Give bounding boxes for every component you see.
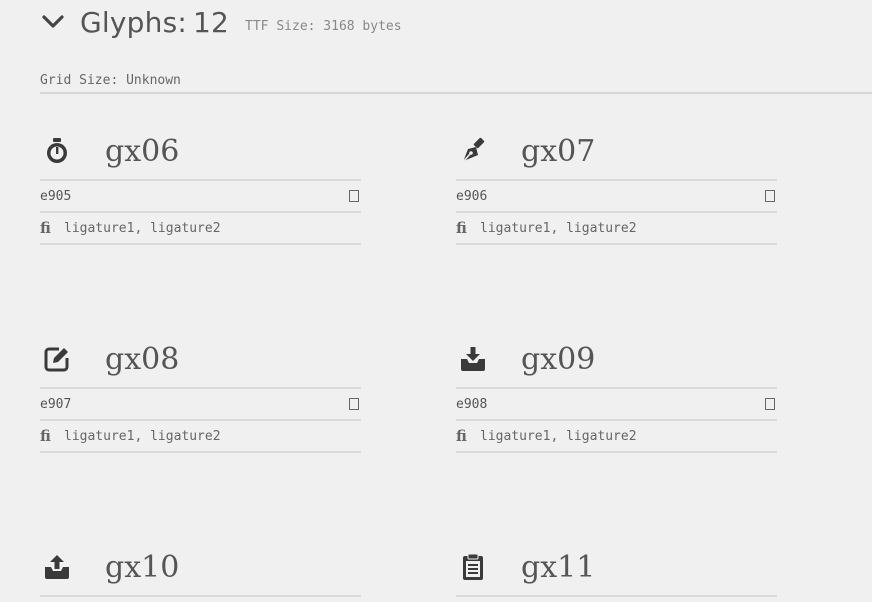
glyph-count: 12 xyxy=(193,5,230,39)
glyph-char-box[interactable] xyxy=(765,190,775,202)
grid-size: Grid Size: Unknown xyxy=(40,73,872,94)
ligature-list[interactable]: ligature1, ligature2 xyxy=(64,429,221,444)
ligature-row: fi ligature1, ligature2 xyxy=(40,421,361,453)
glyph-name: gx08 xyxy=(105,341,180,377)
glyph-header: gx06 xyxy=(40,129,361,181)
glyph-name: gx07 xyxy=(521,133,596,169)
ligature-icon: fi xyxy=(456,427,467,445)
unicode-code[interactable]: e907 xyxy=(40,397,349,412)
ligature-row: fi ligature1, ligature2 xyxy=(456,213,777,245)
ligature-list[interactable]: ligature1, ligature2 xyxy=(480,429,637,444)
ligature-row: fi ligature1, ligature2 xyxy=(40,213,361,245)
glyph-header: gx08 xyxy=(40,337,361,389)
glyph-card: gx11 xyxy=(456,545,777,597)
chevron-down-icon[interactable] xyxy=(40,9,66,35)
glyph-name: gx06 xyxy=(105,133,180,169)
glyph-char-box[interactable] xyxy=(349,398,359,410)
glyph-card: gx06 e905 fi ligature1, ligature2 xyxy=(40,129,361,245)
unicode-row: e908 xyxy=(456,389,777,421)
ligature-list[interactable]: ligature1, ligature2 xyxy=(480,221,637,236)
glyph-name: gx09 xyxy=(521,341,596,377)
glyph-list-page: Glyphs: 12 TTF Size: 3168 bytes Grid Size… xyxy=(0,0,872,602)
glyph-header: gx10 xyxy=(40,545,361,597)
clipboard-icon xyxy=(458,552,488,582)
stopwatch-icon xyxy=(42,136,72,166)
edit-icon xyxy=(42,344,72,374)
glyph-card: gx10 xyxy=(40,545,361,597)
glyph-header: gx07 xyxy=(456,129,777,181)
ligature-list[interactable]: ligature1, ligature2 xyxy=(64,221,221,236)
glyph-name: gx10 xyxy=(105,549,180,585)
unicode-code[interactable]: e908 xyxy=(456,397,765,412)
ligature-icon: fi xyxy=(40,427,51,445)
unicode-row: e906 xyxy=(456,181,777,213)
download-tray-icon xyxy=(458,344,488,374)
title-label: Glyphs: xyxy=(80,5,187,39)
ligature-row: fi ligature1, ligature2 xyxy=(456,421,777,453)
unicode-code[interactable]: e906 xyxy=(456,189,765,204)
glyph-header: gx09 xyxy=(456,337,777,389)
upload-tray-icon xyxy=(42,552,72,582)
glyph-card: gx08 e907 fi ligature1, ligature2 xyxy=(40,337,361,453)
pen-nib-icon xyxy=(458,136,488,166)
glyphs-header: Glyphs: 12 TTF Size: 3168 bytes xyxy=(40,2,402,42)
glyph-card: gx07 e906 fi ligature1, ligature2 xyxy=(456,129,777,245)
unicode-row: e905 xyxy=(40,181,361,213)
ligature-icon: fi xyxy=(456,219,467,237)
unicode-row: e907 xyxy=(40,389,361,421)
glyph-card: gx09 e908 fi ligature1, ligature2 xyxy=(456,337,777,453)
glyph-char-box[interactable] xyxy=(765,398,775,410)
page-title: Glyphs: 12 xyxy=(80,6,229,39)
ttf-size: TTF Size: 3168 bytes xyxy=(245,18,402,34)
glyph-header: gx11 xyxy=(456,545,777,597)
ligature-icon: fi xyxy=(40,219,51,237)
glyph-name: gx11 xyxy=(521,549,596,585)
unicode-code[interactable]: e905 xyxy=(40,189,349,204)
glyph-char-box[interactable] xyxy=(349,190,359,202)
